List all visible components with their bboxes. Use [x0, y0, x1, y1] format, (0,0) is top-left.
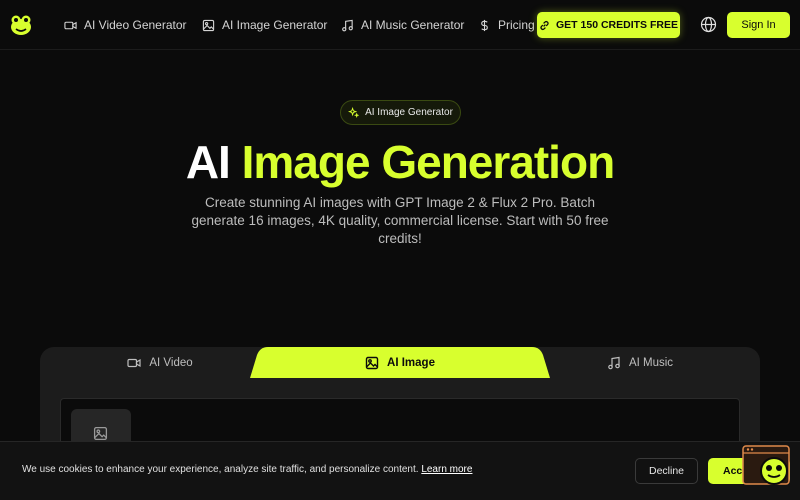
video-icon — [64, 21, 77, 29]
nav-label: AI Image Generator — [222, 18, 328, 32]
cookie-message: We use cookies to enhance your experienc… — [22, 464, 472, 475]
decline-cookies-button[interactable]: Decline — [635, 458, 698, 484]
learn-more-link[interactable]: Learn more — [421, 464, 472, 475]
chat-assistant-icon[interactable] — [742, 445, 790, 487]
credits-label: GET 150 CREDITS FREE — [556, 19, 678, 31]
hero-subtitle: Create stunning AI images with GPT Image… — [191, 195, 609, 246]
frog-logo-icon[interactable] — [10, 14, 32, 36]
nav-pricing[interactable]: Pricing — [478, 16, 535, 34]
nav-ai-image-generator[interactable]: AI Image Generator — [202, 16, 327, 34]
link-icon — [540, 20, 549, 30]
badge-label: AI Image Generator — [365, 107, 453, 118]
title-plain: AI — [185, 136, 242, 188]
tab-ai-image[interactable]: AI Image — [350, 347, 450, 378]
tab-label: AI Image — [387, 356, 435, 369]
nav-label: Pricing — [498, 18, 535, 32]
music-icon — [608, 356, 620, 369]
hero-badge: AI Image Generator — [340, 100, 461, 125]
tab-ai-music[interactable]: AI Music — [590, 347, 690, 378]
tab-label: AI Music — [628, 356, 674, 369]
tab-ai-video[interactable]: AI Video — [110, 347, 210, 378]
decline-label: Decline — [648, 465, 685, 477]
page-title: AI Image Generation — [0, 136, 800, 188]
nav-label: AI Video Generator — [84, 18, 187, 32]
image-icon — [202, 19, 215, 31]
dollar-icon — [481, 19, 488, 31]
tab-label: AI Video — [149, 356, 193, 369]
sign-in-button[interactable]: Sign In — [727, 12, 790, 38]
title-accent: Image Generation — [241, 136, 616, 188]
top-navbar: AI Video Generator AI Image Generator AI… — [0, 0, 800, 50]
video-icon — [127, 358, 141, 367]
cookie-text: We use cookies to enhance your experienc… — [22, 464, 422, 475]
language-globe-icon[interactable] — [700, 16, 717, 33]
nav-ai-video-generator[interactable]: AI Video Generator — [64, 16, 187, 34]
music-icon — [342, 19, 353, 31]
nav-ai-music-generator[interactable]: AI Music Generator — [341, 16, 464, 34]
get-free-credits-button[interactable]: GET 150 CREDITS FREE — [537, 12, 680, 38]
image-upload-icon — [93, 426, 108, 441]
nav-label: AI Music Generator — [361, 18, 465, 32]
sparkles-icon — [348, 107, 360, 118]
signin-label: Sign In — [741, 19, 776, 31]
image-icon — [365, 356, 379, 369]
